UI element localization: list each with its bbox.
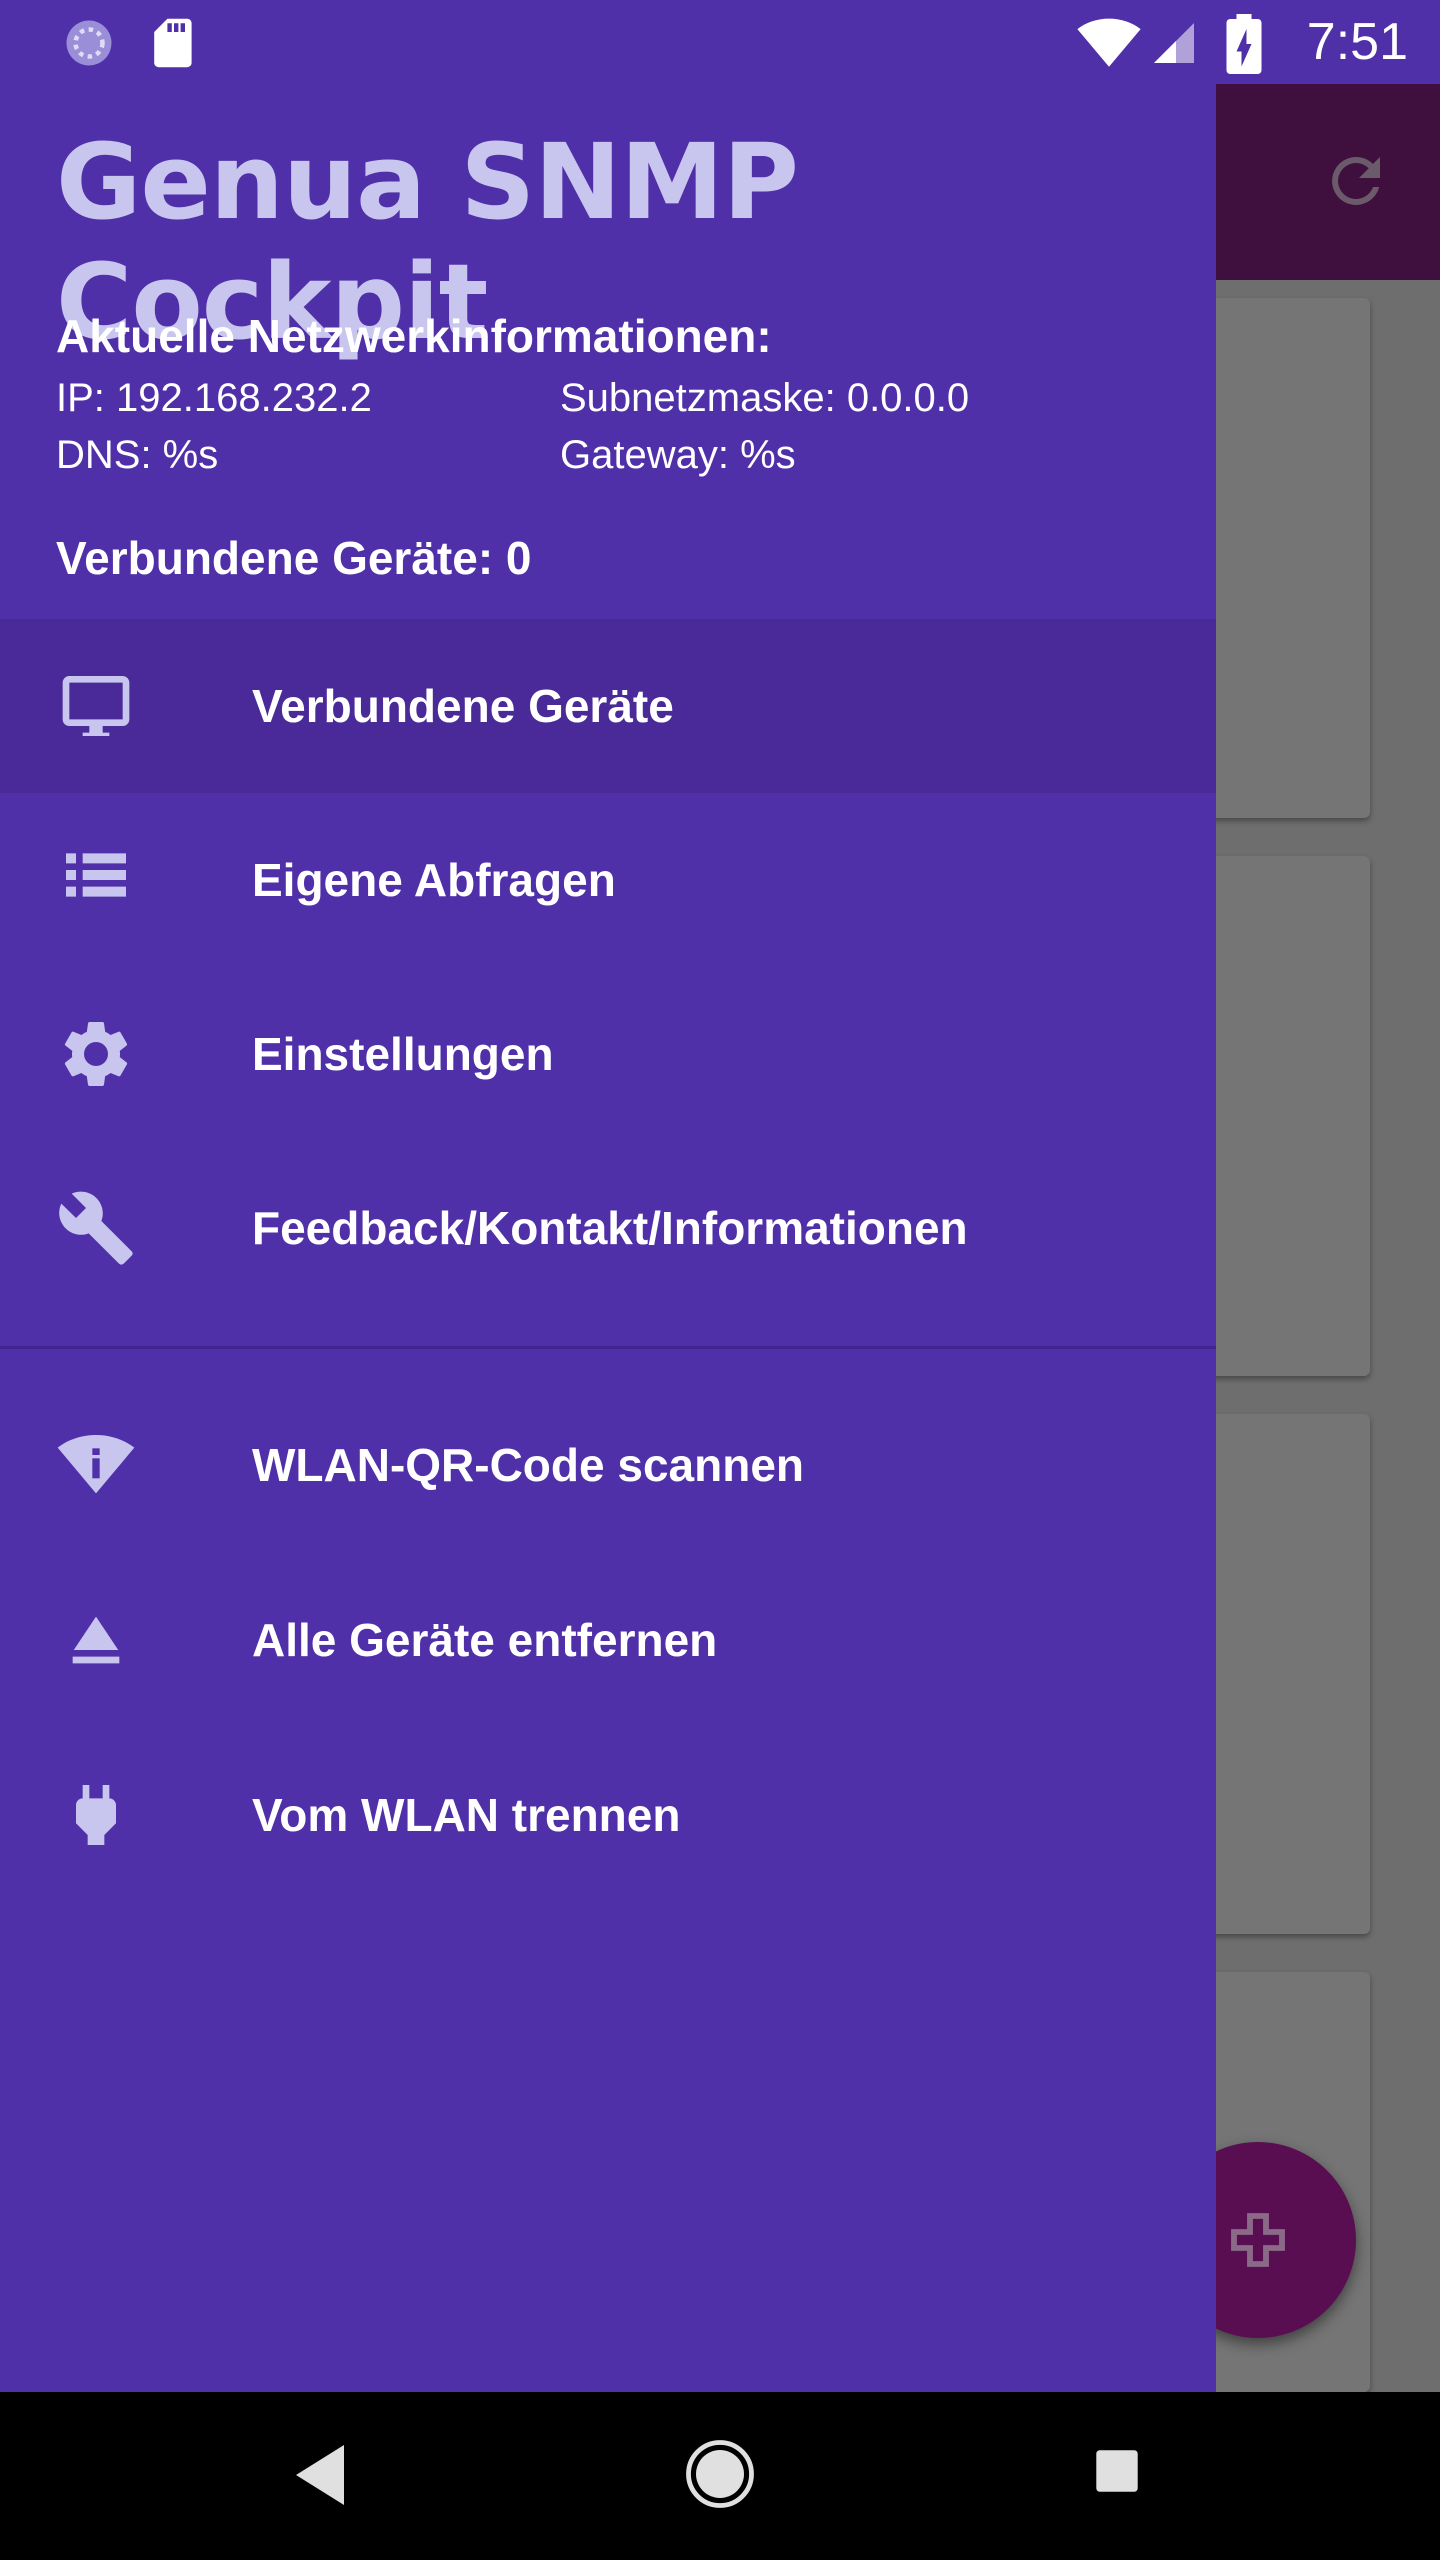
menu-item-label: Eigene Abfragen bbox=[252, 854, 616, 906]
status-bar: 7:51 bbox=[0, 0, 1440, 84]
menu-item-label: WLAN-QR-Code scannen bbox=[252, 1439, 804, 1491]
menu-item-connected-devices[interactable]: Verbundene Geräte bbox=[0, 619, 1216, 793]
gateway: Gateway: %s bbox=[560, 433, 796, 477]
connected-devices-count: Verbundene Geräte: 0 bbox=[56, 532, 532, 584]
back-icon[interactable] bbox=[290, 2442, 350, 2508]
gear-icon bbox=[64, 1021, 128, 1086]
menu-item-scan-wlan-qr[interactable]: WLAN-QR-Code scannen bbox=[0, 1378, 1216, 1552]
menu-item-label: Einstellungen bbox=[252, 1028, 554, 1080]
menu-item-settings[interactable]: Einstellungen bbox=[0, 967, 1216, 1141]
cell-signal-icon bbox=[1154, 23, 1194, 63]
menu-item-label: Alle Geräte entfernen bbox=[252, 1614, 718, 1666]
subnet-mask: Subnetzmaske: 0.0.0.0 bbox=[560, 376, 970, 420]
wifi-info-icon bbox=[57, 1435, 135, 1494]
recents-icon[interactable] bbox=[1094, 2448, 1140, 2494]
menu-item-label: Vom WLAN trennen bbox=[252, 1789, 681, 1841]
status-clock: 7:51 bbox=[1306, 13, 1408, 71]
menu-item-remove-all-devices[interactable]: Alle Geräte entfernen bbox=[0, 1553, 1216, 1727]
add-icon bbox=[1231, 2213, 1285, 2267]
eject-icon bbox=[72, 1616, 120, 1664]
sd-card-icon bbox=[154, 18, 192, 68]
navigation-drawer: Genua SNMP Cockpit Aktuelle Netzwerkinfo… bbox=[0, 0, 1216, 2392]
battery-charging-icon bbox=[1226, 14, 1262, 74]
menu-item-disconnect-wlan[interactable]: Vom WLAN trennen bbox=[0, 1728, 1216, 1902]
wifi-icon bbox=[1077, 18, 1141, 67]
menu-item-label: Feedback/Kontakt/Informationen bbox=[252, 1202, 968, 1254]
menu-divider bbox=[0, 1346, 1216, 1349]
menu-item-feedback[interactable]: Feedback/Kontakt/Informationen bbox=[0, 1141, 1216, 1315]
monitor-icon bbox=[62, 676, 130, 736]
plug-icon bbox=[76, 1785, 116, 1845]
list-icon bbox=[66, 853, 126, 897]
menu-item-label: Verbundene Geräte bbox=[252, 680, 674, 732]
network-info-heading: Aktuelle Netzwerkinformationen: bbox=[56, 310, 772, 362]
home-icon[interactable] bbox=[684, 2438, 756, 2510]
system-nav-bar bbox=[0, 2392, 1440, 2560]
dns: DNS: %s bbox=[56, 433, 219, 477]
sync-icon bbox=[66, 20, 112, 66]
ip-address: IP: 192.168.232.2 bbox=[56, 376, 372, 420]
menu-item-own-queries[interactable]: Eigene Abfragen bbox=[0, 793, 1216, 967]
refresh-icon[interactable] bbox=[1320, 145, 1392, 217]
wrench-icon bbox=[59, 1191, 133, 1265]
